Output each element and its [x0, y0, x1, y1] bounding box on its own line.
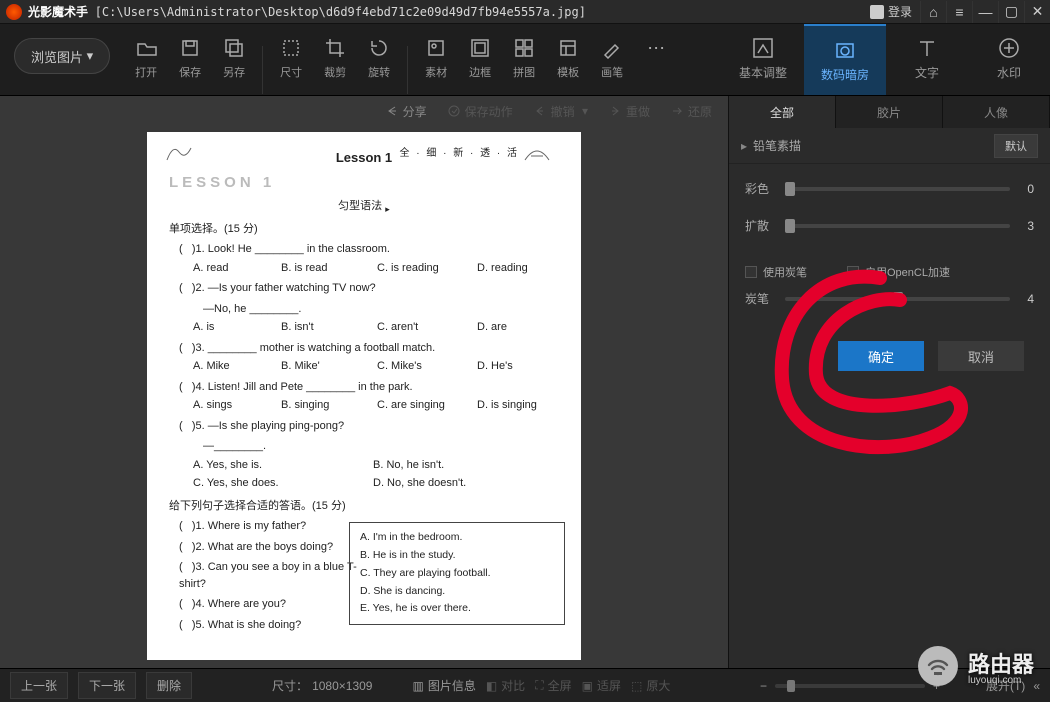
- save-button[interactable]: 保存: [168, 34, 212, 80]
- watermark: 路由器 luyouqi.com: [918, 646, 1034, 686]
- opencl-checkbox[interactable]: 启用OpenCL加速: [847, 264, 950, 280]
- title-bar: 光影魔术手 [C:\Users\Administrator\Desktop\d6…: [0, 0, 1050, 24]
- undo-button[interactable]: 撤销 ▾: [533, 103, 588, 120]
- brush-button[interactable]: 画笔: [590, 34, 634, 80]
- dimension-label: 尺寸：1080×1309: [272, 677, 372, 694]
- tab-all[interactable]: 全部: [729, 96, 836, 128]
- open-button[interactable]: 打开: [124, 34, 168, 80]
- minimize-button[interactable]: —: [972, 1, 998, 23]
- use-charcoal-checkbox[interactable]: 使用炭笔: [745, 264, 807, 280]
- panel-title: 铅笔素描: [753, 139, 801, 153]
- zoom-out-button[interactable]: −: [760, 679, 767, 693]
- tab-film[interactable]: 胶片: [836, 96, 943, 128]
- next-button[interactable]: 下一张: [78, 672, 136, 699]
- zoom-slider[interactable]: [775, 684, 925, 688]
- browse-button[interactable]: 浏览图片 ▾: [14, 38, 110, 74]
- fit-button[interactable]: ▣ 适屏: [582, 677, 621, 694]
- close-button[interactable]: ✕: [1024, 1, 1050, 23]
- app-icon: [6, 4, 22, 20]
- main-toolbar: 浏览图片 ▾ 打开 保存 另存 尺寸 裁剪 旋转 素材 边框 拼图 模板 画笔 …: [0, 24, 1050, 96]
- restore-button[interactable]: 还原: [670, 103, 712, 120]
- login-button[interactable]: 登录: [870, 3, 912, 20]
- home-button[interactable]: ⌂: [920, 1, 946, 23]
- darkroom-tab[interactable]: 数码暗房: [804, 24, 886, 95]
- redo-button[interactable]: 重做: [608, 103, 650, 120]
- watermark-tab[interactable]: 水印: [968, 24, 1050, 95]
- collage-button[interactable]: 拼图: [502, 34, 546, 80]
- user-icon: [870, 5, 884, 19]
- settings-button[interactable]: ≡: [946, 1, 972, 23]
- charcoal-slider[interactable]: [785, 297, 1010, 301]
- file-path: [C:\Users\Administrator\Desktop\d6d9f4eb…: [95, 5, 586, 19]
- delete-button[interactable]: 删除: [146, 672, 192, 699]
- router-icon: [918, 646, 958, 686]
- crop-button[interactable]: 裁剪: [313, 34, 357, 80]
- document-preview: 全 · 细 · 新 · 透 · 活 Lesson 1 LESSON 1 匀型语法…: [147, 132, 581, 660]
- share-button[interactable]: 分享: [385, 103, 427, 120]
- tab-portrait[interactable]: 人像: [943, 96, 1050, 128]
- text-tab[interactable]: 文字: [886, 24, 968, 95]
- canvas-area: 分享 保存动作 撤销 ▾ 重做 还原 全 · 细 · 新 · 透 · 活 Les…: [0, 96, 728, 668]
- more-button[interactable]: ⋯: [634, 34, 678, 64]
- basic-adjust-tab[interactable]: 基本调整: [722, 24, 804, 95]
- diffuse-slider[interactable]: [785, 224, 1010, 228]
- app-title: 光影魔术手: [28, 3, 88, 20]
- prev-button[interactable]: 上一张: [10, 672, 68, 699]
- image-info-button[interactable]: ▥ 图片信息: [412, 677, 475, 694]
- color-slider[interactable]: [785, 187, 1010, 191]
- save-action-button[interactable]: 保存动作: [447, 103, 513, 120]
- fullscreen-button[interactable]: ⛶ 全屏: [535, 677, 571, 694]
- border-button[interactable]: 边框: [458, 34, 502, 80]
- default-button[interactable]: 默认: [994, 134, 1038, 158]
- status-bar: 上一张 下一张 删除 尺寸：1080×1309 ▥ 图片信息 ◧ 对比 ⛶ 全屏…: [0, 668, 1050, 702]
- cancel-button[interactable]: 取消: [938, 341, 1024, 371]
- saveas-button[interactable]: 另存: [212, 34, 256, 80]
- template-button[interactable]: 模板: [546, 34, 590, 80]
- compare-button[interactable]: ◧ 对比: [486, 677, 525, 694]
- ok-button[interactable]: 确定: [838, 341, 924, 371]
- original-button[interactable]: ⬚ 原大: [631, 677, 670, 694]
- rotate-button[interactable]: 旋转: [357, 34, 401, 80]
- maximize-button[interactable]: ▢: [998, 1, 1024, 23]
- side-panel: 全部 胶片 人像 ▸铅笔素描 默认 彩色 0 扩散 3 使用炭笔 启用OpenC…: [728, 96, 1050, 668]
- size-button[interactable]: 尺寸: [269, 34, 313, 80]
- material-button[interactable]: 素材: [414, 34, 458, 80]
